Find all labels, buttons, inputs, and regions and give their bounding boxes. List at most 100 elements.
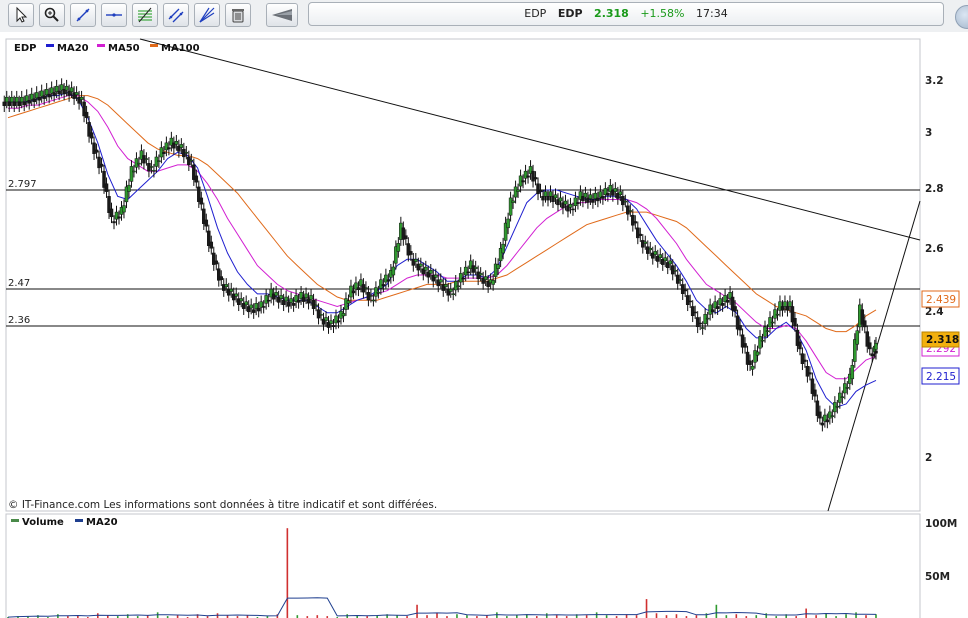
candle-body (127, 184, 131, 192)
candle-body (466, 271, 470, 274)
axis-tick-label: 2.4 (925, 306, 944, 318)
candle-body (506, 218, 510, 229)
candle-body (112, 221, 116, 224)
candle-body (501, 243, 505, 254)
legend-ma50-swatch (97, 44, 105, 47)
candle-body (478, 273, 483, 276)
candle-body (409, 251, 413, 255)
volume-bar (705, 613, 708, 618)
candle-body (613, 188, 618, 192)
candle-body (638, 233, 643, 236)
candle-body (264, 295, 268, 304)
trash-icon[interactable] (225, 3, 251, 27)
fibonacci-icon[interactable] (132, 3, 158, 27)
zoom-icon[interactable] (39, 3, 65, 27)
candle-body (693, 311, 697, 314)
candle-body (69, 87, 74, 92)
candle-body (234, 293, 238, 297)
candle-body (381, 284, 386, 287)
candle-body (601, 196, 605, 199)
volume-bar (715, 604, 718, 618)
candle-body (626, 205, 630, 215)
legend-ma20-swatch (46, 44, 54, 47)
level-label-2797: 2.797 (8, 179, 37, 190)
badge-ma20-text: 2.215 (926, 371, 956, 383)
candle-body (184, 152, 189, 154)
candle-body (391, 266, 396, 276)
cursor-icon[interactable] (8, 3, 34, 27)
candle-body (152, 169, 156, 172)
candle-body (22, 101, 26, 106)
volume-bar (456, 614, 458, 618)
volume-bar (416, 604, 418, 618)
candle-body (770, 321, 775, 324)
candle-body (738, 325, 742, 331)
candle-body (209, 241, 214, 249)
candle-body (443, 284, 448, 288)
candle-body (229, 288, 233, 292)
candle-body (274, 292, 278, 296)
candle-body (845, 387, 850, 389)
collapse-icon[interactable] (266, 3, 298, 27)
candle-body (648, 248, 653, 251)
quote-change: +1.58% (640, 7, 685, 20)
candle-body (765, 330, 770, 332)
candle-body (316, 309, 321, 319)
channel-icon[interactable] (163, 3, 189, 27)
horizontal-line-icon[interactable] (101, 3, 127, 27)
candle-body (434, 274, 438, 278)
volume-bar (765, 613, 768, 618)
candle-body (680, 284, 685, 294)
legend-ma50: MA50 (108, 43, 140, 54)
candle-body (57, 90, 61, 95)
candle-body (79, 96, 84, 100)
candle-body (336, 320, 341, 323)
candle-body (800, 353, 805, 364)
candle-body (476, 271, 480, 280)
candle-body (214, 260, 219, 265)
candle-body (371, 299, 376, 302)
candle-body (2, 101, 7, 106)
trendline-icon[interactable] (70, 3, 96, 27)
candle-body (239, 298, 243, 302)
candle-body (715, 306, 720, 309)
fan-icon[interactable] (194, 3, 220, 27)
candle-body (64, 85, 69, 91)
volume-tick-label: 100M (925, 518, 957, 530)
candle-body (42, 95, 46, 99)
price-chart[interactable]: 2.797 2.47 2.36 EDP MA20 MA50 MA100 © IT… (0, 32, 968, 618)
candle-body (456, 285, 460, 288)
volume-bar (496, 612, 498, 618)
candle-body (863, 320, 867, 328)
candle-body (249, 304, 253, 309)
candle-body (174, 141, 179, 145)
candle-body (483, 276, 488, 280)
quote-time: 17:34 (696, 7, 728, 20)
candle-body (733, 306, 737, 312)
candle-body (675, 274, 680, 284)
candle-body (558, 197, 563, 202)
legend-volume-swatch (11, 519, 19, 522)
candle-body (463, 266, 468, 276)
candle-body (546, 196, 550, 201)
candle-body (531, 170, 535, 182)
candle-body (813, 389, 817, 397)
candle-body (309, 295, 313, 300)
candle-body (129, 166, 134, 182)
candle-body (27, 100, 31, 104)
candle-body (698, 322, 702, 325)
candle-body (17, 101, 21, 106)
candle-body (623, 200, 628, 203)
candle-body (219, 276, 224, 280)
candle-body (346, 300, 351, 304)
candle-body (376, 291, 381, 294)
candle-body (663, 257, 667, 262)
menu-orb-icon[interactable] (955, 5, 968, 29)
candle-body (439, 279, 443, 283)
candle-body (99, 163, 104, 167)
candle-body (419, 263, 423, 267)
candle-body (576, 202, 580, 204)
candle-body (386, 279, 391, 282)
candle-body (47, 93, 51, 98)
candle-body (685, 295, 690, 305)
